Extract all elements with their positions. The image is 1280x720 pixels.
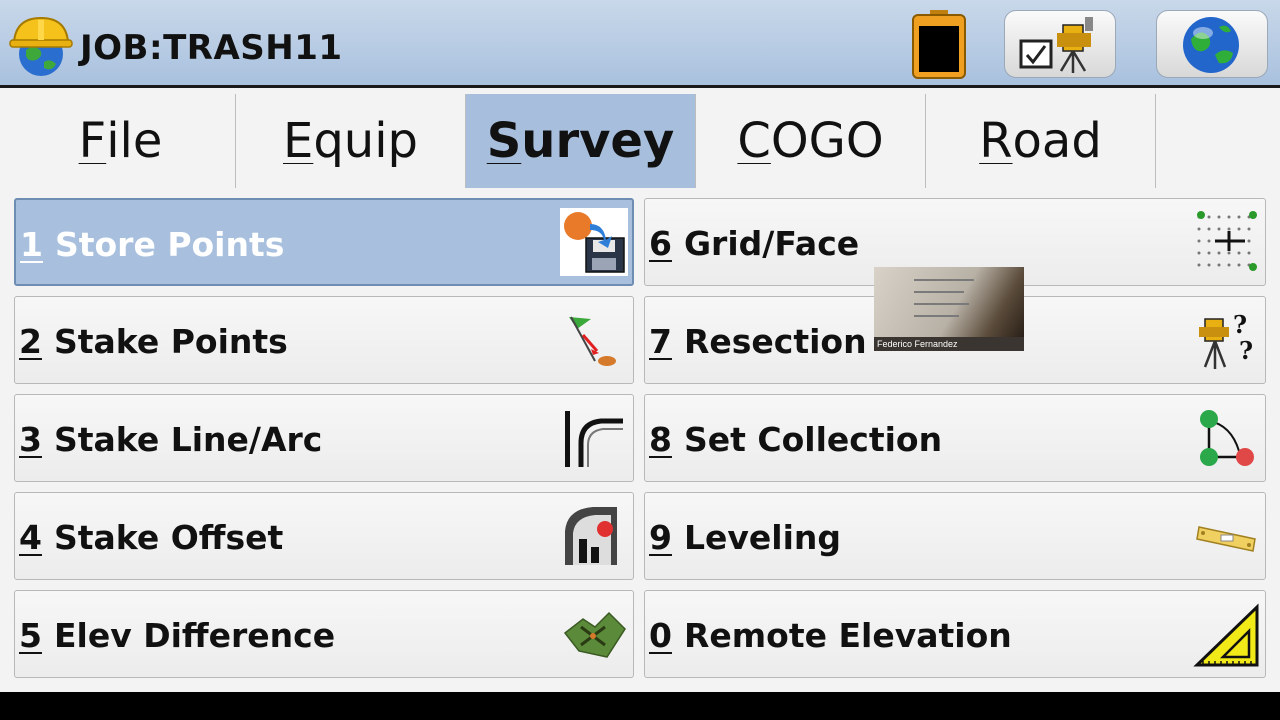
tab-bar: File Equip Survey C OGO Road bbox=[6, 94, 1274, 188]
menu-label: Stake Line/Arc bbox=[53, 419, 323, 459]
tab-survey-mnemonic: S bbox=[486, 113, 522, 169]
set-collection-icon bbox=[1200, 410, 1254, 466]
hard-hat-globe-icon[interactable] bbox=[8, 12, 74, 78]
tab-equip[interactable]: Equip bbox=[236, 94, 466, 188]
menu-label: Remote Elevation bbox=[683, 615, 1012, 655]
job-title: JOB:TRASH11 bbox=[80, 28, 343, 68]
menu-remote-elevation-button[interactable]: 0 Remote Elevation bbox=[644, 590, 1266, 678]
menu-leveling-button[interactable]: 9 Leveling bbox=[644, 492, 1266, 580]
tab-road-label: oad bbox=[1012, 113, 1102, 169]
tab-cogo-mnemonic: C bbox=[737, 113, 771, 169]
stake-line-arc-icon bbox=[565, 411, 623, 467]
stake-points-icon bbox=[569, 316, 616, 366]
instrument-check-button[interactable] bbox=[1004, 10, 1116, 78]
tab-survey-label: urvey bbox=[521, 113, 675, 169]
menu-label: Resection bbox=[683, 321, 867, 361]
menu-label: Leveling bbox=[683, 517, 842, 557]
resection-icon: ? ? bbox=[1199, 310, 1253, 369]
menu-number: 8 bbox=[649, 419, 672, 459]
battery-icon bbox=[912, 10, 966, 79]
instrument-check-icon bbox=[1019, 17, 1093, 73]
overlay-caption: Federico Fernandez bbox=[877, 339, 958, 349]
tab-file-mnemonic: F bbox=[78, 113, 107, 169]
menu-number: 3 bbox=[19, 419, 42, 459]
menu-number: 9 bbox=[649, 517, 672, 557]
menu-stake-offset-button[interactable]: 4 Stake Offset bbox=[14, 492, 634, 580]
store-points-icon bbox=[560, 208, 628, 276]
menu-stake-points-button[interactable]: 2 Stake Points bbox=[14, 296, 634, 384]
menu-label: Grid/Face bbox=[683, 223, 860, 263]
tab-cogo-label: OGO bbox=[770, 113, 884, 169]
tab-equip-mnemonic: E bbox=[282, 113, 314, 169]
stake-offset-icon bbox=[565, 507, 617, 565]
menu-number: 4 bbox=[19, 517, 42, 557]
app-window: JOB:TRASH11 File E quip S urvey C OGO R … bbox=[0, 0, 1280, 692]
menu-label: Stake Offset bbox=[53, 517, 284, 557]
menu-label: Store Points bbox=[54, 224, 285, 264]
menu-elev-difference-button[interactable]: 5 Elev Difference bbox=[14, 590, 634, 678]
globe-icon bbox=[1183, 17, 1239, 73]
menu-number: 2 bbox=[19, 321, 42, 361]
elev-difference-icon bbox=[563, 611, 626, 658]
globe-button[interactable] bbox=[1156, 10, 1268, 78]
menu-stake-line-arc-button[interactable]: 3 Stake Line/Arc bbox=[14, 394, 634, 482]
video-overlay: Federico Fernandez bbox=[874, 267, 1024, 351]
tab-file-label: ile bbox=[106, 113, 163, 169]
menu-label: Set Collection bbox=[683, 419, 943, 459]
menu-number: 7 bbox=[649, 321, 672, 361]
tab-road-mnemonic: R bbox=[979, 113, 1013, 169]
menu-number: 6 bbox=[649, 223, 672, 263]
tab-survey[interactable]: Survey bbox=[466, 94, 696, 188]
menu-number: 1 bbox=[20, 224, 43, 264]
menu-set-collection-button[interactable]: 8 Set Collection bbox=[644, 394, 1266, 482]
tab-equip-label: quip bbox=[313, 113, 419, 169]
grid-face-icon bbox=[1197, 211, 1257, 271]
menu-label: Elev Difference bbox=[53, 615, 336, 655]
menu-number: 0 bbox=[649, 615, 672, 655]
leveling-icon bbox=[1196, 526, 1256, 552]
menu-number: 5 bbox=[19, 615, 42, 655]
svg-text:?: ? bbox=[1233, 310, 1247, 339]
remote-elevation-icon bbox=[1193, 603, 1259, 667]
header-bar: JOB:TRASH11 bbox=[0, 0, 1280, 88]
tab-file[interactable]: File bbox=[6, 94, 236, 188]
tab-cogo[interactable]: C OGO bbox=[696, 94, 926, 188]
menu-store-points-button[interactable]: 1 Store Points bbox=[14, 198, 634, 286]
menu-label: Stake Points bbox=[53, 321, 288, 361]
svg-text:?: ? bbox=[1239, 336, 1253, 365]
overlay-screen bbox=[874, 267, 1024, 337]
tab-road[interactable]: Road bbox=[926, 94, 1156, 188]
